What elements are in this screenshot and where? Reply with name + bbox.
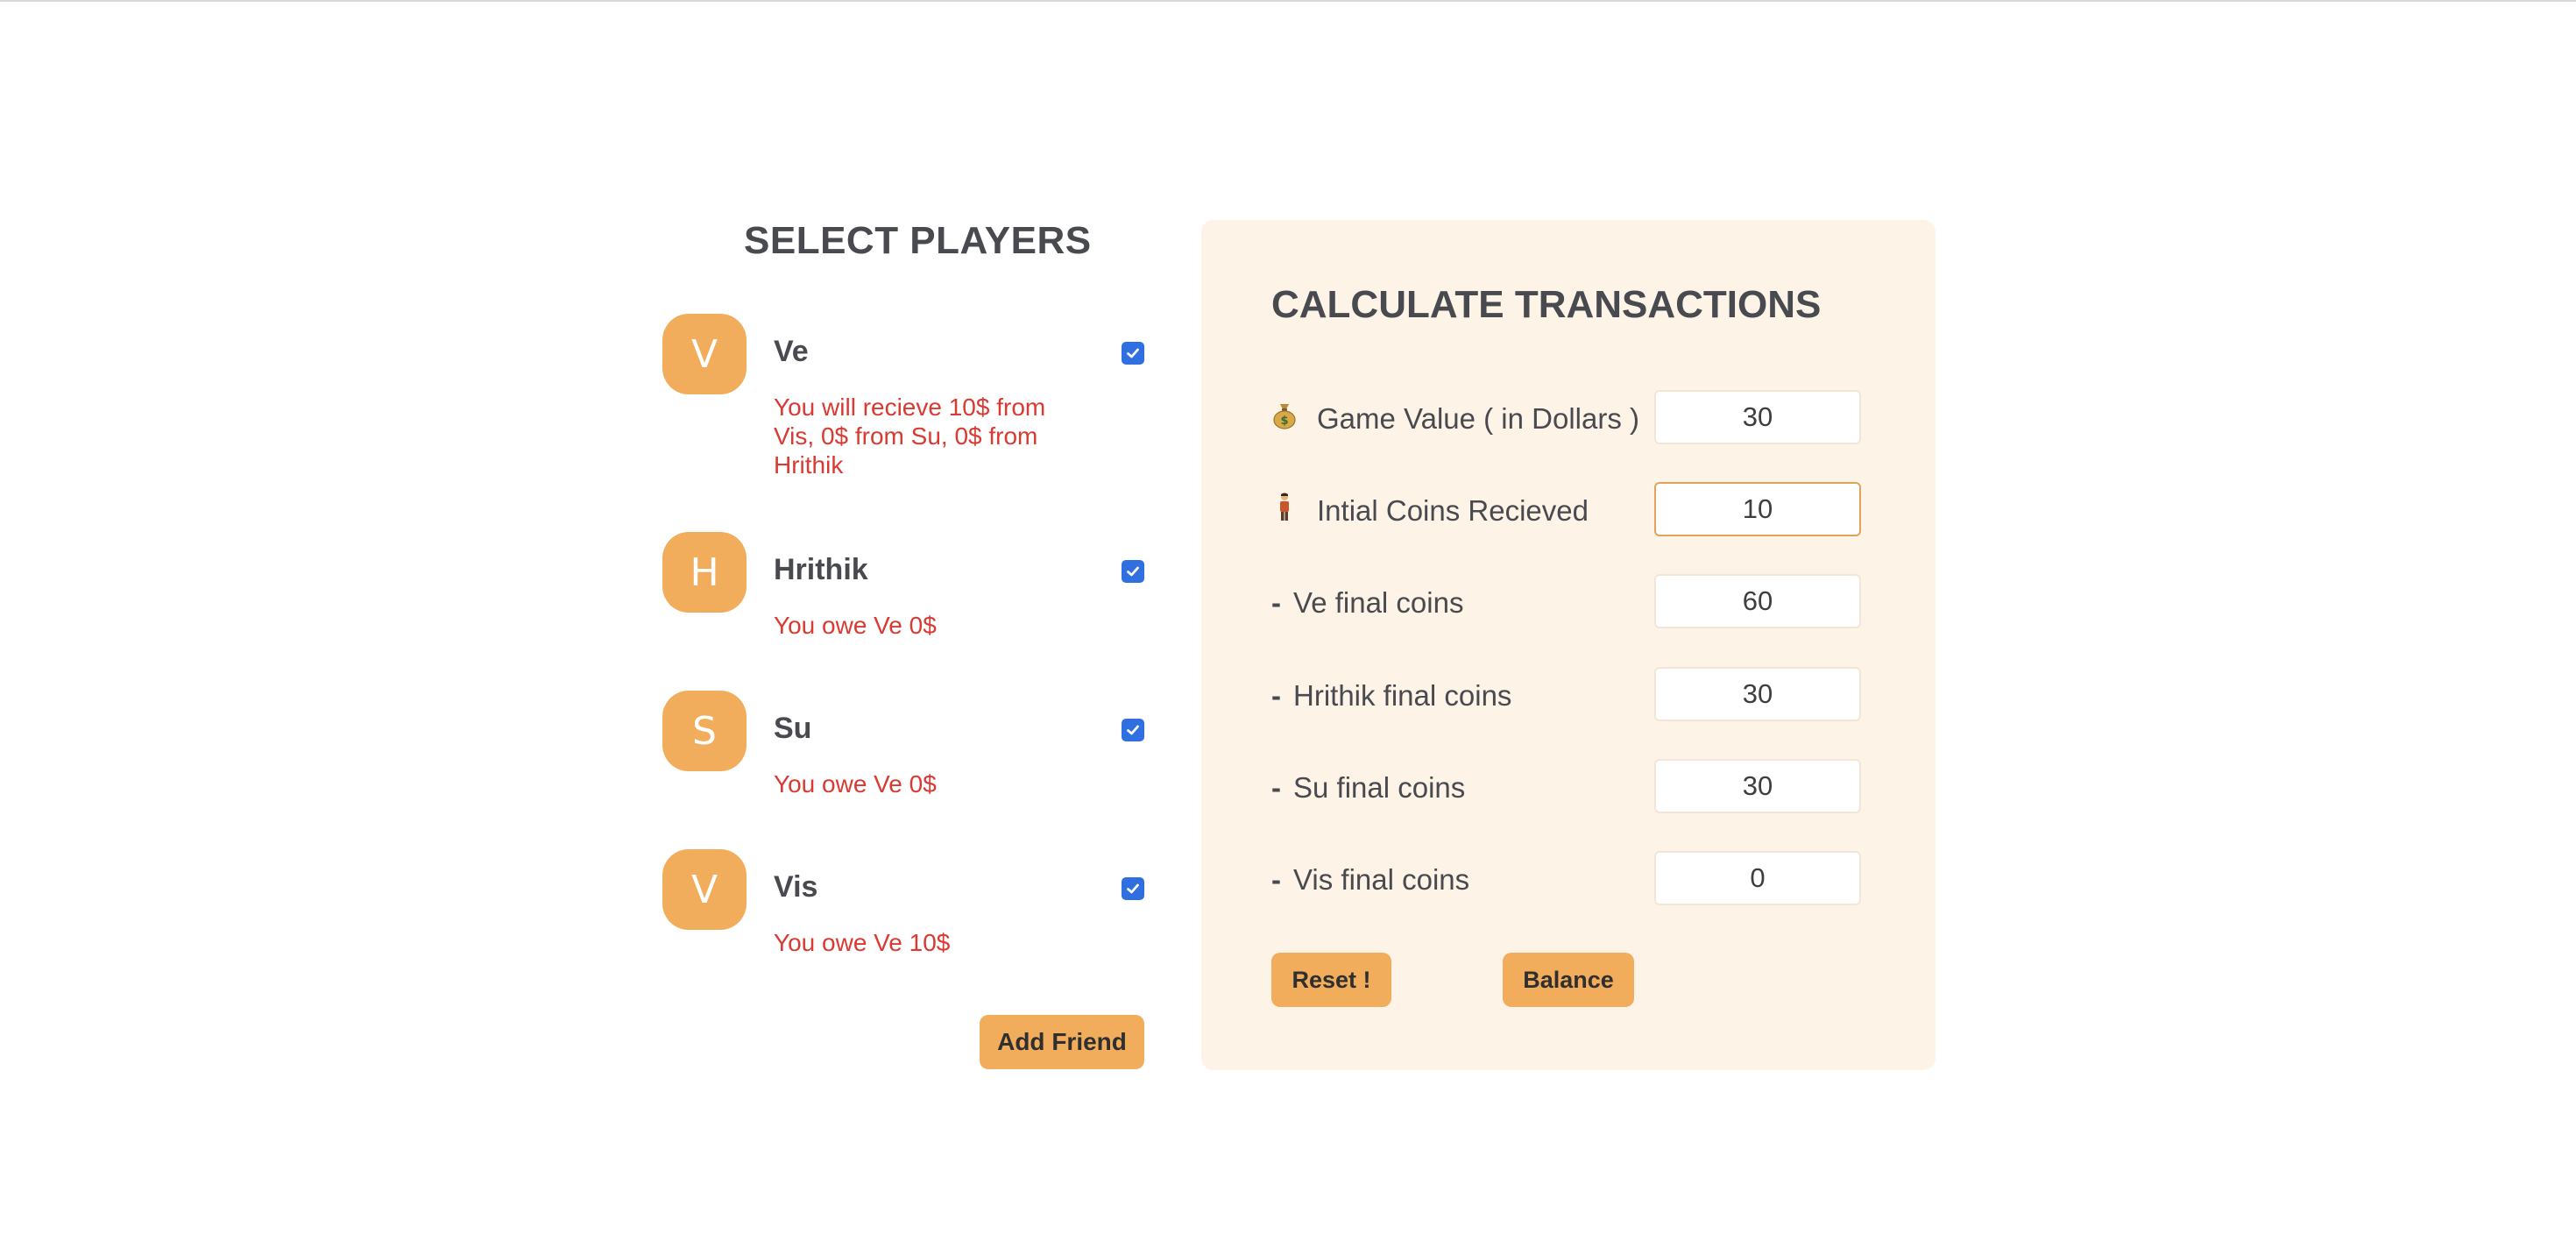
- player-transaction-message: You owe Ve 0$: [774, 770, 937, 798]
- hrithik-final-coins-input[interactable]: [1654, 667, 1861, 721]
- player-checkbox[interactable]: [1122, 877, 1144, 900]
- calculate-transactions-panel: CALCULATE TRANSACTIONS $ Game Value ( in…: [1201, 220, 1936, 1070]
- vis-final-coins-input[interactable]: [1654, 851, 1861, 905]
- dash-marker: -: [1271, 771, 1281, 804]
- initial-coins-input[interactable]: [1654, 482, 1861, 536]
- su-final-coins-label: Su final coins: [1293, 771, 1466, 804]
- vis-final-coins-row: - Vis final coins: [1271, 851, 1867, 909]
- checkmark-icon: [1127, 348, 1139, 358]
- avatar: V: [662, 314, 747, 394]
- dash-marker: -: [1271, 586, 1281, 619]
- game-value-label: Game Value ( in Dollars ): [1317, 402, 1640, 435]
- person-icon: [1271, 493, 1298, 529]
- app-root: SELECT PLAYERS V Ve You will recieve 10$…: [0, 0, 2576, 1241]
- avatar: H: [662, 532, 747, 613]
- checkmark-icon: [1127, 883, 1139, 894]
- checkmark-icon: [1127, 566, 1139, 577]
- reset-button[interactable]: Reset !: [1271, 953, 1391, 1007]
- player-name: Vis: [774, 870, 818, 904]
- player-name: Ve: [774, 335, 809, 368]
- players-title: SELECT PLAYERS: [744, 219, 1092, 262]
- row-label-wrap: - Su final coins: [1271, 759, 1465, 817]
- player-name: Hrithik: [774, 553, 868, 586]
- player-transaction-message: You will recieve 10$ from Vis, 0$ from S…: [774, 394, 1046, 479]
- player-checkbox[interactable]: [1122, 342, 1144, 365]
- dash-marker: -: [1271, 863, 1281, 896]
- calc-title: CALCULATE TRANSACTIONS: [1271, 283, 1822, 326]
- row-label-wrap: - Hrithik final coins: [1271, 667, 1511, 725]
- avatar: S: [662, 691, 747, 771]
- ve-final-coins-row: - Ve final coins: [1271, 574, 1867, 632]
- svg-text:$: $: [1280, 415, 1288, 428]
- su-final-coins-input[interactable]: [1654, 759, 1861, 813]
- hrithik-final-coins-row: - Hrithik final coins: [1271, 667, 1867, 725]
- player-checkbox[interactable]: [1122, 719, 1144, 741]
- row-label-wrap: - Ve final coins: [1271, 574, 1463, 632]
- checkmark-icon: [1127, 725, 1139, 735]
- su-final-coins-row: - Su final coins: [1271, 759, 1867, 817]
- add-friend-button[interactable]: Add Friend: [980, 1015, 1144, 1069]
- row-label-wrap: Intial Coins Recieved: [1271, 482, 1589, 540]
- player-checkbox[interactable]: [1122, 560, 1144, 583]
- player-transaction-message: You owe Ve 0$: [774, 612, 937, 639]
- player-name: Su: [774, 712, 812, 745]
- vis-final-coins-label: Vis final coins: [1293, 863, 1470, 896]
- hrithik-final-coins-label: Hrithik final coins: [1293, 679, 1512, 712]
- row-label-wrap: - Vis final coins: [1271, 851, 1469, 909]
- money-bag-icon: $: [1271, 401, 1298, 436]
- initial-coins-label: Intial Coins Recieved: [1317, 494, 1589, 527]
- player-transaction-message: You owe Ve 10$: [774, 929, 951, 956]
- dash-marker: -: [1271, 679, 1281, 712]
- balance-button[interactable]: Balance: [1503, 953, 1634, 1007]
- ve-final-coins-label: Ve final coins: [1293, 586, 1464, 619]
- row-label-wrap: $ Game Value ( in Dollars ): [1271, 390, 1639, 448]
- game-value-input[interactable]: [1654, 390, 1861, 444]
- avatar: V: [662, 849, 747, 930]
- initial-coins-row: Intial Coins Recieved: [1271, 482, 1867, 540]
- ve-final-coins-input[interactable]: [1654, 574, 1861, 628]
- game-value-row: $ Game Value ( in Dollars ): [1271, 390, 1867, 448]
